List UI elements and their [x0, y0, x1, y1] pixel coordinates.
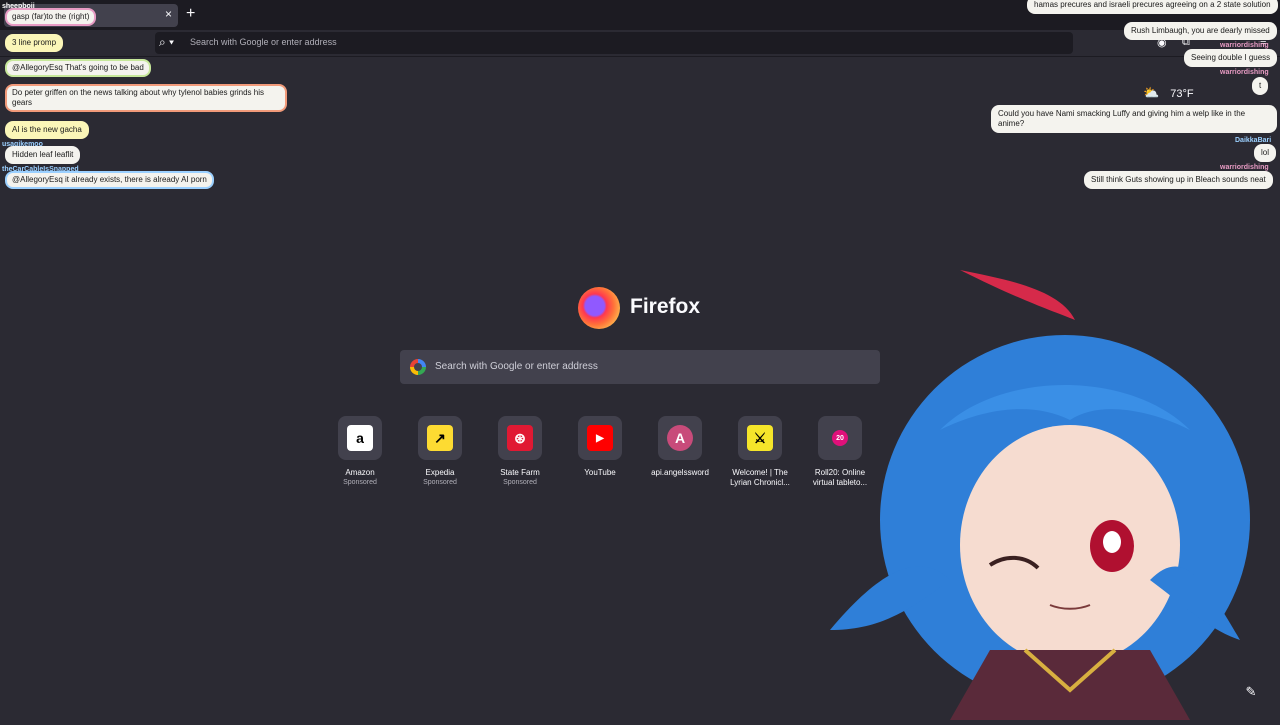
chat-message: AI is the new gacha [5, 121, 89, 139]
chat-message: @AllegoryEsq it already exists, there is… [5, 171, 214, 189]
chat-message: t [1252, 77, 1269, 95]
state-farm-icon: ⊛ [507, 425, 533, 451]
chat-message: lol [1254, 144, 1277, 162]
top-site-angelssword[interactable]: A api.angelssword [646, 416, 714, 478]
chat-message: gasp (far)to the (right) [5, 8, 97, 26]
top-site-sponsored: Sponsored [503, 479, 537, 486]
nav-bar: ⌕ ▾ Search with Google or enter address … [0, 30, 1280, 57]
chat-message: Still think Guts showing up in Bleach so… [1084, 171, 1273, 189]
top-site-amazon[interactable]: a Amazon Sponsored [326, 416, 394, 486]
chat-message: Seeing double I guess [1184, 49, 1278, 67]
top-site-expedia[interactable]: ↗ Expedia Sponsored [406, 416, 474, 486]
chat-message: Hidden leaf leaflit [5, 146, 81, 164]
top-site-state-farm[interactable]: ⊛ State Farm Sponsored [486, 416, 554, 486]
newtab-search-placeholder: Search with Google or enter address [435, 361, 598, 372]
top-site-label: Welcome! | The Lyrian Chronicl... [730, 468, 790, 487]
top-site-lyrian[interactable]: ⚔ Welcome! | The Lyrian Chronicl... [726, 416, 794, 488]
partly-cloudy-icon: ⛅ [1143, 85, 1160, 100]
youtube-icon: ▶ [587, 425, 613, 451]
top-site-youtube[interactable]: ▶ YouTube [566, 416, 634, 478]
chat-message: @AllegoryEsq That's going to be bad [5, 59, 151, 77]
top-site-label: YouTube [584, 468, 616, 477]
top-site-label: State Farm [500, 468, 540, 477]
edit-pencil-icon[interactable]: ✎ [1241, 682, 1261, 702]
chat-message: hamas precures and israeli precures agre… [1027, 0, 1278, 14]
top-site-sponsored: Sponsored [423, 479, 457, 486]
firefox-icon [578, 287, 620, 329]
search-icon[interactable]: ⌕ ▾ [159, 35, 174, 50]
amazon-icon: a [347, 425, 373, 451]
new-tab-button[interactable]: + [186, 5, 195, 23]
chat-username: warriordishing [1220, 69, 1269, 76]
crossed-swords-icon: ⚔ [747, 425, 773, 451]
letter-a-icon: A [667, 425, 693, 451]
chat-message: Rush Limbaugh, you are dearly missed [1124, 22, 1277, 40]
firefox-wordmark: Firefox [630, 295, 701, 318]
chat-message: 3 line promp [5, 34, 64, 52]
weather-temp: 73°F [1170, 88, 1194, 100]
chat-message: Do peter griffen on the news talking abo… [5, 84, 287, 112]
avatar-illustration [830, 270, 1250, 720]
expedia-icon: ↗ [427, 425, 453, 451]
firefox-logo: Firefox [578, 285, 718, 329]
top-site-label: Amazon [345, 468, 375, 477]
top-site-label: api.angelssword [651, 468, 709, 477]
address-bar-placeholder: Search with Google or enter address [190, 37, 337, 47]
chat-message: Could you have Nami smacking Luffy and g… [991, 105, 1277, 133]
vtuber-avatar [800, 250, 1280, 720]
google-icon [410, 359, 426, 375]
top-site-label: Expedia [425, 468, 455, 477]
weather-widget[interactable]: ⛅ 73°F [1143, 85, 1194, 101]
address-bar[interactable]: ⌕ ▾ Search with Google or enter address [155, 32, 1073, 54]
top-site-sponsored: Sponsored [343, 479, 377, 486]
close-tab-icon[interactable]: × [165, 7, 172, 21]
